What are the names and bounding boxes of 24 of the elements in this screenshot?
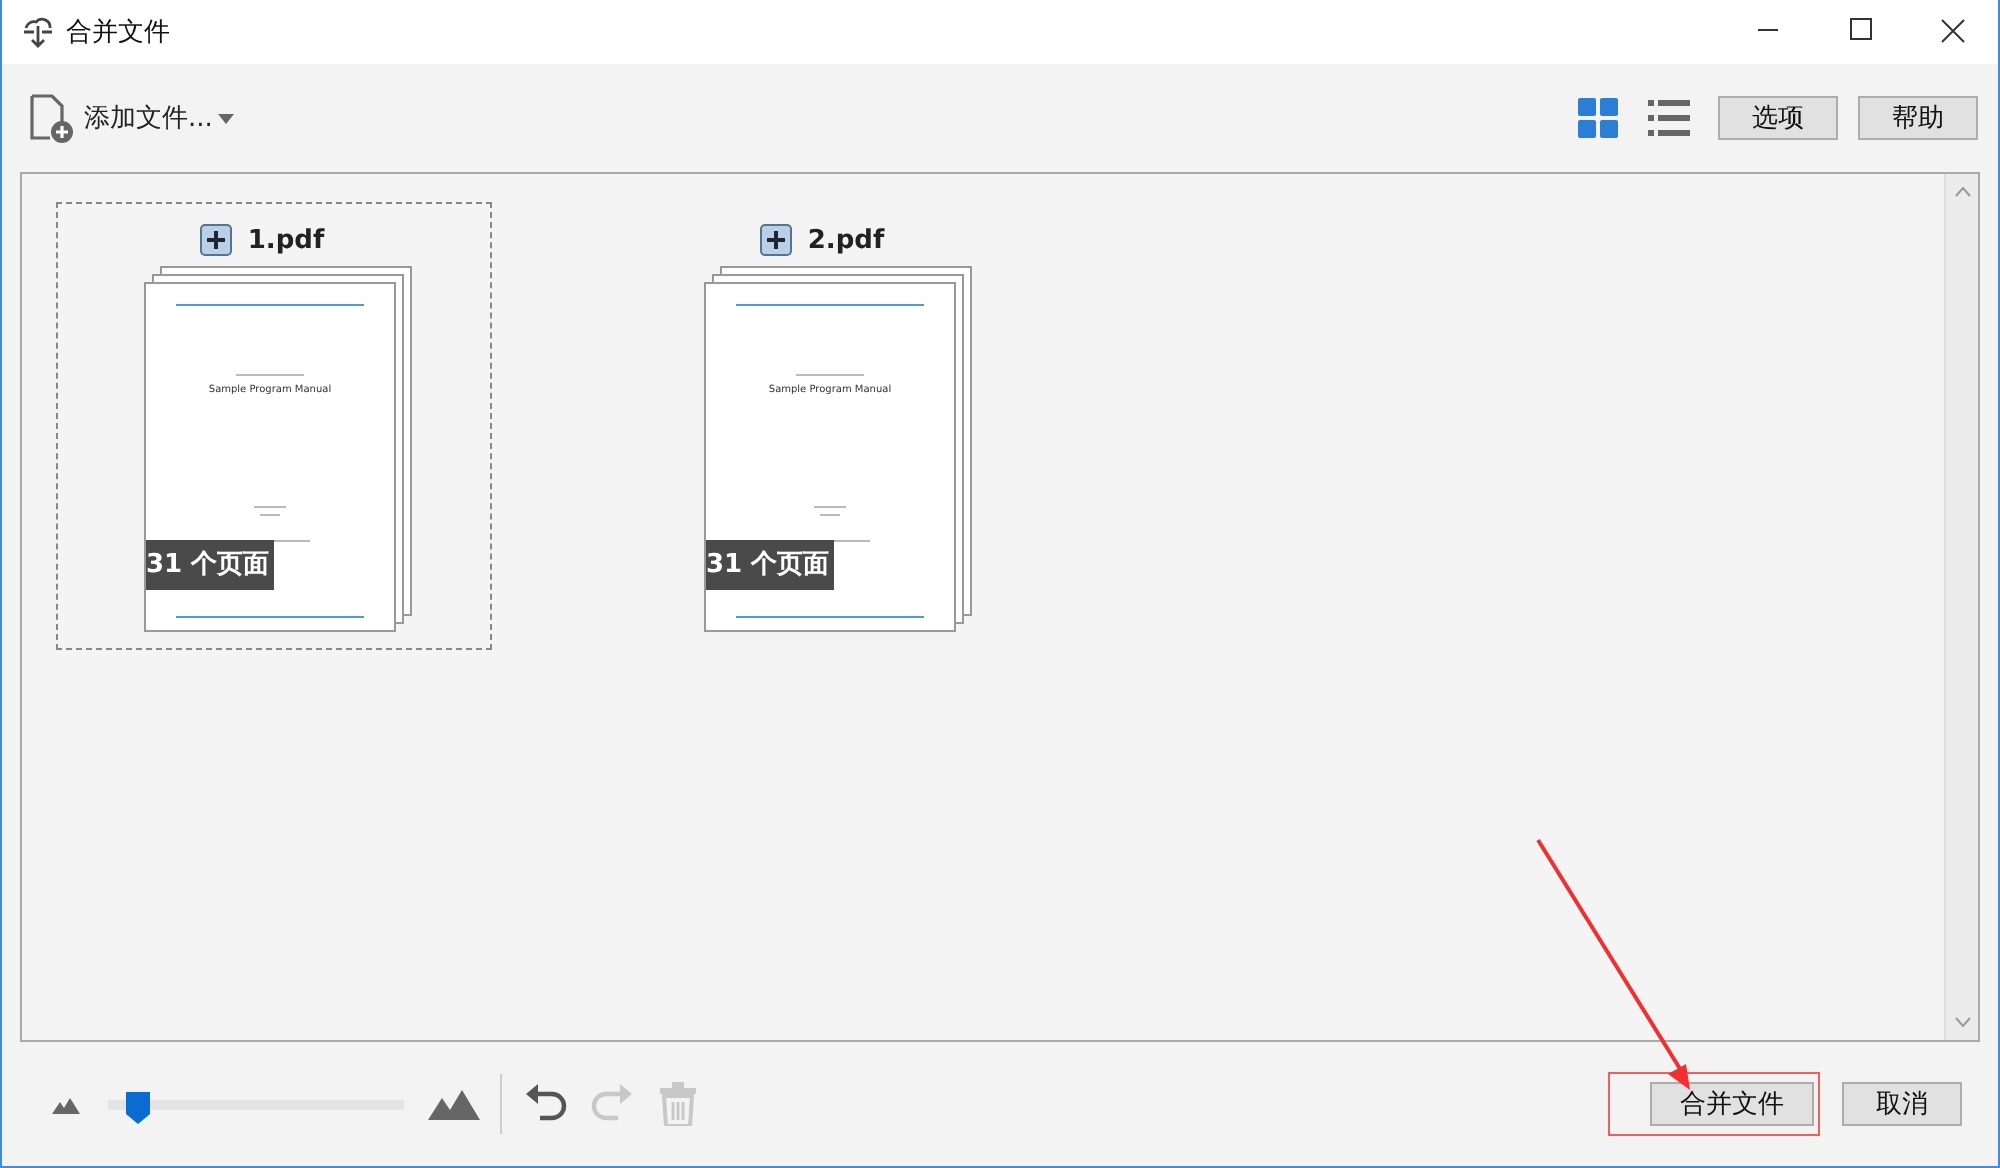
page-count-badge: 31 个页面 — [146, 540, 274, 590]
list-view-icon[interactable] — [1648, 98, 1690, 138]
action-button[interactable]: 取消 — [1842, 1082, 1962, 1126]
file-name: 2.pdf — [807, 225, 885, 255]
action-button[interactable]: 合并文件 — [1650, 1082, 1814, 1126]
toolbar-button[interactable]: 选项 — [1718, 96, 1838, 140]
undo-icon[interactable] — [524, 1082, 568, 1126]
page-count-badge: 31 个页面 — [706, 540, 834, 590]
small-mountain-icon — [52, 1095, 80, 1113]
scroll-down-icon[interactable] — [1953, 1016, 1971, 1028]
caret-icon — [218, 113, 235, 123]
scroll-up-icon[interactable] — [1953, 186, 1971, 198]
expand-icon[interactable] — [199, 224, 232, 256]
add-files-button[interactable]: 添加文件... — [26, 92, 235, 144]
expand-icon[interactable] — [759, 224, 792, 256]
large-mountain-icon — [428, 1089, 480, 1119]
window-title: 合并文件 — [66, 16, 170, 50]
toolbar-button[interactable]: 帮助 — [1858, 96, 1978, 140]
grid-view-icon[interactable] — [1578, 98, 1620, 138]
app-icon — [20, 16, 56, 48]
slider-thumb[interactable] — [125, 1091, 150, 1123]
zoom-slider[interactable] — [108, 1088, 404, 1120]
file-name: 1.pdf — [247, 225, 325, 255]
add-file-icon — [26, 92, 78, 144]
